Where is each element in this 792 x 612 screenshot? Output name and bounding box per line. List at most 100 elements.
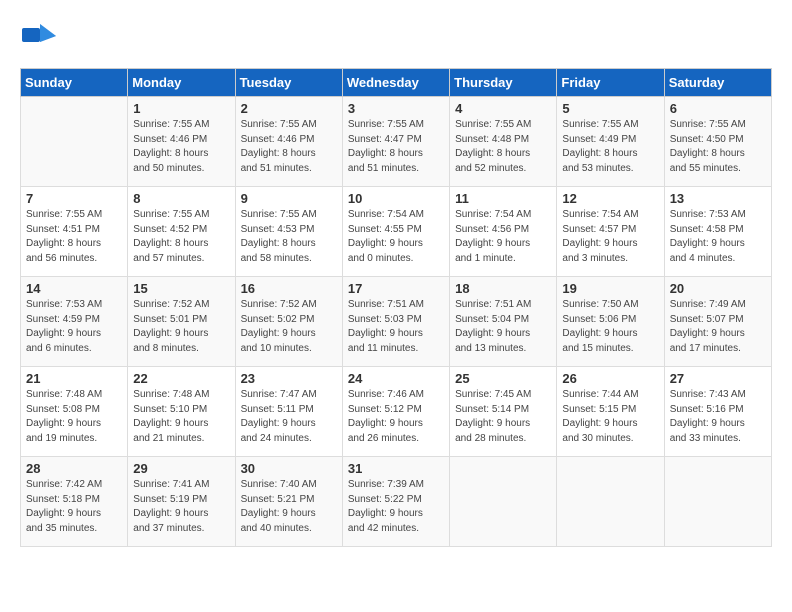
- day-info: Sunrise: 7:53 AM Sunset: 4:58 PM Dayligh…: [670, 208, 766, 266]
- calendar-cell: 3Sunrise: 7:55 AM Sunset: 4:47 PM Daylig…: [342, 97, 449, 187]
- header-day: Saturday: [664, 69, 771, 97]
- logo: [20, 20, 62, 52]
- calendar-cell: 5 Sunrise: 7:55 AM Sunset: 4:49 PM Daylig…: [557, 97, 664, 187]
- day-info: Sunrise: 7:46 AM Sunset: 5:12 PM Dayligh…: [348, 388, 444, 446]
- calendar-cell: 20 Sunrise: 7:49 AM Sunset: 5:07 PM Dayli…: [664, 277, 771, 367]
- day-number: 16: [241, 281, 337, 296]
- day-info: Sunrise: 7:55 AM Sunset: 4:50 PM Dayligh…: [670, 118, 766, 176]
- header-day: Monday: [128, 69, 235, 97]
- day-info: Sunrise: 7:55 AM Sunset: 4:53 PM Dayligh…: [241, 208, 337, 266]
- day-number: 24: [348, 371, 444, 386]
- day-number: 25: [455, 371, 551, 386]
- calendar-week: 1Sunrise: 7:55 AM Sunset: 4:46 PM Daylig…: [21, 97, 772, 187]
- calendar-cell: 28 Sunrise: 7:42 AM Sunset: 5:18 PM Dayli…: [21, 457, 128, 547]
- header-day: Sunday: [21, 69, 128, 97]
- calendar-cell: 11 Sunrise: 7:54 AM Sunset: 4:56 PM Dayli…: [450, 187, 557, 277]
- day-number: 22: [133, 371, 229, 386]
- calendar-cell: 30Sunrise: 7:40 AM Sunset: 5:21 PM Dayli…: [235, 457, 342, 547]
- day-info: Sunrise: 7:55 AM Sunset: 4:46 PM Dayligh…: [133, 118, 229, 176]
- day-info: Sunrise: 7:55 AM Sunset: 4:49 PM Dayligh…: [562, 118, 658, 176]
- day-number: 28: [26, 461, 122, 476]
- day-number: 12: [562, 191, 658, 206]
- day-info: Sunrise: 7:54 AM Sunset: 4:55 PM Dayligh…: [348, 208, 444, 266]
- calendar-cell: 8 Sunrise: 7:55 AM Sunset: 4:52 PM Daylig…: [128, 187, 235, 277]
- calendar-cell: 15 Sunrise: 7:52 AM Sunset: 5:01 PM Dayli…: [128, 277, 235, 367]
- calendar-cell: 31 Sunrise: 7:39 AM Sunset: 5:22 PM Dayli…: [342, 457, 449, 547]
- day-number: 20: [670, 281, 766, 296]
- header-row: SundayMondayTuesdayWednesdayThursdayFrid…: [21, 69, 772, 97]
- day-info: Sunrise: 7:55 AM Sunset: 4:48 PM Dayligh…: [455, 118, 551, 176]
- day-info: Sunrise: 7:43 AM Sunset: 5:16 PM Dayligh…: [670, 388, 766, 446]
- day-info: Sunrise: 7:54 AM Sunset: 4:57 PM Dayligh…: [562, 208, 658, 266]
- day-number: 11: [455, 191, 551, 206]
- calendar-cell: [21, 97, 128, 187]
- calendar-cell: 2Sunrise: 7:55 AM Sunset: 4:46 PM Daylig…: [235, 97, 342, 187]
- day-info: Sunrise: 7:51 AM Sunset: 5:03 PM Dayligh…: [348, 298, 444, 356]
- day-info: Sunrise: 7:41 AM Sunset: 5:19 PM Dayligh…: [133, 478, 229, 536]
- calendar-cell: 25Sunrise: 7:45 AM Sunset: 5:14 PM Dayli…: [450, 367, 557, 457]
- calendar-week: 7Sunrise: 7:55 AM Sunset: 4:51 PM Daylig…: [21, 187, 772, 277]
- calendar-cell: 1Sunrise: 7:55 AM Sunset: 4:46 PM Daylig…: [128, 97, 235, 187]
- day-number: 18: [455, 281, 551, 296]
- calendar-cell: 23 Sunrise: 7:47 AM Sunset: 5:11 PM Dayli…: [235, 367, 342, 457]
- day-info: Sunrise: 7:54 AM Sunset: 4:56 PM Dayligh…: [455, 208, 551, 266]
- calendar-cell: 16Sunrise: 7:52 AM Sunset: 5:02 PM Dayli…: [235, 277, 342, 367]
- day-number: 3: [348, 101, 444, 116]
- day-number: 30: [241, 461, 337, 476]
- calendar-cell: [557, 457, 664, 547]
- day-info: Sunrise: 7:50 AM Sunset: 5:06 PM Dayligh…: [562, 298, 658, 356]
- logo-icon: [20, 20, 58, 52]
- day-info: Sunrise: 7:53 AM Sunset: 4:59 PM Dayligh…: [26, 298, 122, 356]
- calendar-week: 28 Sunrise: 7:42 AM Sunset: 5:18 PM Dayli…: [21, 457, 772, 547]
- calendar-week: 14Sunrise: 7:53 AM Sunset: 4:59 PM Dayli…: [21, 277, 772, 367]
- calendar-cell: 14Sunrise: 7:53 AM Sunset: 4:59 PM Dayli…: [21, 277, 128, 367]
- calendar-cell: [450, 457, 557, 547]
- day-number: 9: [241, 191, 337, 206]
- calendar-cell: 21 Sunrise: 7:48 AM Sunset: 5:08 PM Dayli…: [21, 367, 128, 457]
- day-number: 15: [133, 281, 229, 296]
- day-number: 8: [133, 191, 229, 206]
- day-info: Sunrise: 7:48 AM Sunset: 5:10 PM Dayligh…: [133, 388, 229, 446]
- day-number: 17: [348, 281, 444, 296]
- day-number: 10: [348, 191, 444, 206]
- calendar-cell: 24 Sunrise: 7:46 AM Sunset: 5:12 PM Dayli…: [342, 367, 449, 457]
- day-number: 13: [670, 191, 766, 206]
- header-day: Tuesday: [235, 69, 342, 97]
- day-number: 21: [26, 371, 122, 386]
- day-info: Sunrise: 7:48 AM Sunset: 5:08 PM Dayligh…: [26, 388, 122, 446]
- day-number: 6: [670, 101, 766, 116]
- day-info: Sunrise: 7:52 AM Sunset: 5:01 PM Dayligh…: [133, 298, 229, 356]
- calendar-cell: 18 Sunrise: 7:51 AM Sunset: 5:04 PM Dayli…: [450, 277, 557, 367]
- calendar-week: 21 Sunrise: 7:48 AM Sunset: 5:08 PM Dayli…: [21, 367, 772, 457]
- calendar-table: SundayMondayTuesdayWednesdayThursdayFrid…: [20, 68, 772, 547]
- day-info: Sunrise: 7:47 AM Sunset: 5:11 PM Dayligh…: [241, 388, 337, 446]
- day-number: 5: [562, 101, 658, 116]
- day-info: Sunrise: 7:51 AM Sunset: 5:04 PM Dayligh…: [455, 298, 551, 356]
- header-day: Friday: [557, 69, 664, 97]
- calendar-cell: 4Sunrise: 7:55 AM Sunset: 4:48 PM Daylig…: [450, 97, 557, 187]
- calendar-cell: 7Sunrise: 7:55 AM Sunset: 4:51 PM Daylig…: [21, 187, 128, 277]
- day-info: Sunrise: 7:42 AM Sunset: 5:18 PM Dayligh…: [26, 478, 122, 536]
- calendar-cell: 12 Sunrise: 7:54 AM Sunset: 4:57 PM Dayli…: [557, 187, 664, 277]
- header-day: Thursday: [450, 69, 557, 97]
- calendar-cell: 17 Sunrise: 7:51 AM Sunset: 5:03 PM Dayli…: [342, 277, 449, 367]
- calendar-cell: 22 Sunrise: 7:48 AM Sunset: 5:10 PM Dayli…: [128, 367, 235, 457]
- day-info: Sunrise: 7:49 AM Sunset: 5:07 PM Dayligh…: [670, 298, 766, 356]
- header-day: Wednesday: [342, 69, 449, 97]
- day-info: Sunrise: 7:44 AM Sunset: 5:15 PM Dayligh…: [562, 388, 658, 446]
- calendar-cell: [664, 457, 771, 547]
- calendar-cell: 26 Sunrise: 7:44 AM Sunset: 5:15 PM Dayli…: [557, 367, 664, 457]
- calendar-cell: 10 Sunrise: 7:54 AM Sunset: 4:55 PM Dayli…: [342, 187, 449, 277]
- calendar-cell: 27Sunrise: 7:43 AM Sunset: 5:16 PM Dayli…: [664, 367, 771, 457]
- day-number: 7: [26, 191, 122, 206]
- day-number: 23: [241, 371, 337, 386]
- day-number: 26: [562, 371, 658, 386]
- day-info: Sunrise: 7:39 AM Sunset: 5:22 PM Dayligh…: [348, 478, 444, 536]
- day-number: 19: [562, 281, 658, 296]
- calendar-cell: 29Sunrise: 7:41 AM Sunset: 5:19 PM Dayli…: [128, 457, 235, 547]
- page-header: [20, 20, 772, 52]
- day-info: Sunrise: 7:55 AM Sunset: 4:46 PM Dayligh…: [241, 118, 337, 176]
- calendar-cell: 19 Sunrise: 7:50 AM Sunset: 5:06 PM Dayli…: [557, 277, 664, 367]
- day-number: 31: [348, 461, 444, 476]
- day-info: Sunrise: 7:55 AM Sunset: 4:52 PM Dayligh…: [133, 208, 229, 266]
